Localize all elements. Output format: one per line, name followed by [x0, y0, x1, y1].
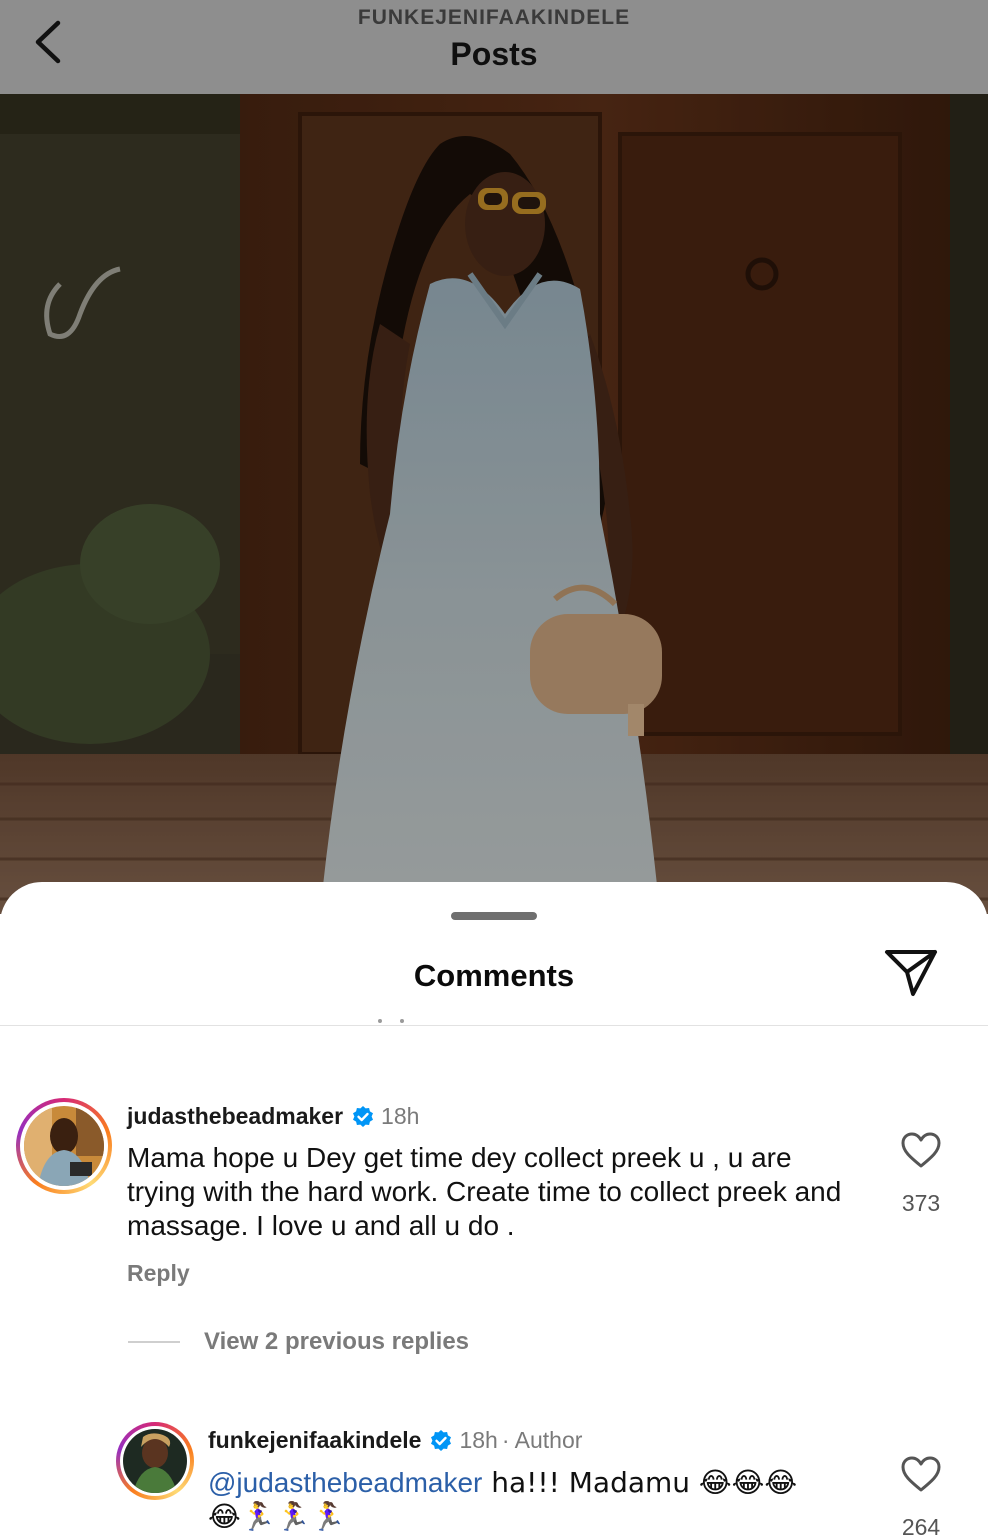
top-bar: FUNKEJENIFAAKINDELE Posts — [0, 0, 988, 94]
view-previous-replies-button[interactable]: View 2 previous replies — [128, 1328, 469, 1356]
replies-line — [128, 1341, 180, 1343]
comment-username[interactable]: funkejenifaakindele — [208, 1427, 421, 1454]
account-name: FUNKEJENIFAAKINDELE — [357, 6, 631, 29]
post-image[interactable] — [0, 94, 988, 914]
avatar[interactable] — [16, 1098, 112, 1194]
comment-meta: judasthebeadmaker 18h — [127, 1103, 419, 1130]
reply-button[interactable]: Reply — [127, 1260, 190, 1287]
like-count: 373 — [901, 1190, 941, 1216]
page-title: Posts — [450, 36, 538, 72]
sheet-grabber[interactable] — [451, 912, 537, 920]
like-button[interactable] — [897, 1452, 945, 1496]
paper-plane-icon — [885, 950, 937, 996]
verified-badge-icon — [351, 1105, 375, 1129]
like-button[interactable] — [897, 1128, 945, 1172]
avatar[interactable] — [116, 1422, 194, 1500]
comments-sheet: Comments judasthebeadmaker 18h Mama hope… — [0, 882, 988, 1536]
comment-text: Mama hope u Dey get time dey collect pre… — [127, 1142, 842, 1241]
comment-username[interactable]: judasthebeadmaker — [127, 1103, 343, 1130]
clipped-previous-comment — [372, 1018, 412, 1028]
share-button[interactable] — [880, 944, 942, 1000]
verified-badge-icon — [429, 1429, 453, 1453]
comment-text: @judasthebeadmaker ha!!! Madamu 😂😂😂 😂🏃‍♀… — [208, 1466, 868, 1534]
divider — [0, 1025, 988, 1026]
view-replies-label: View 2 previous replies — [204, 1328, 470, 1355]
like-count: 264 — [901, 1514, 941, 1536]
heart-icon — [901, 1456, 941, 1492]
comment-meta: funkejenifaakindele 18h · Author — [208, 1427, 582, 1454]
comments-title: Comments — [413, 958, 575, 993]
comment-time: 18h — [459, 1427, 498, 1453]
comment-time: 18h — [381, 1103, 420, 1129]
comment-body-line2: 😂🏃‍♀️🏃‍♀️🏃‍♀️ — [208, 1500, 346, 1533]
author-badge: · Author — [501, 1427, 583, 1453]
heart-icon — [901, 1132, 941, 1168]
mention-link[interactable]: @judasthebeadmaker — [208, 1467, 482, 1498]
comment-body: ha!!! Madamu 😂😂😂 — [482, 1466, 798, 1499]
